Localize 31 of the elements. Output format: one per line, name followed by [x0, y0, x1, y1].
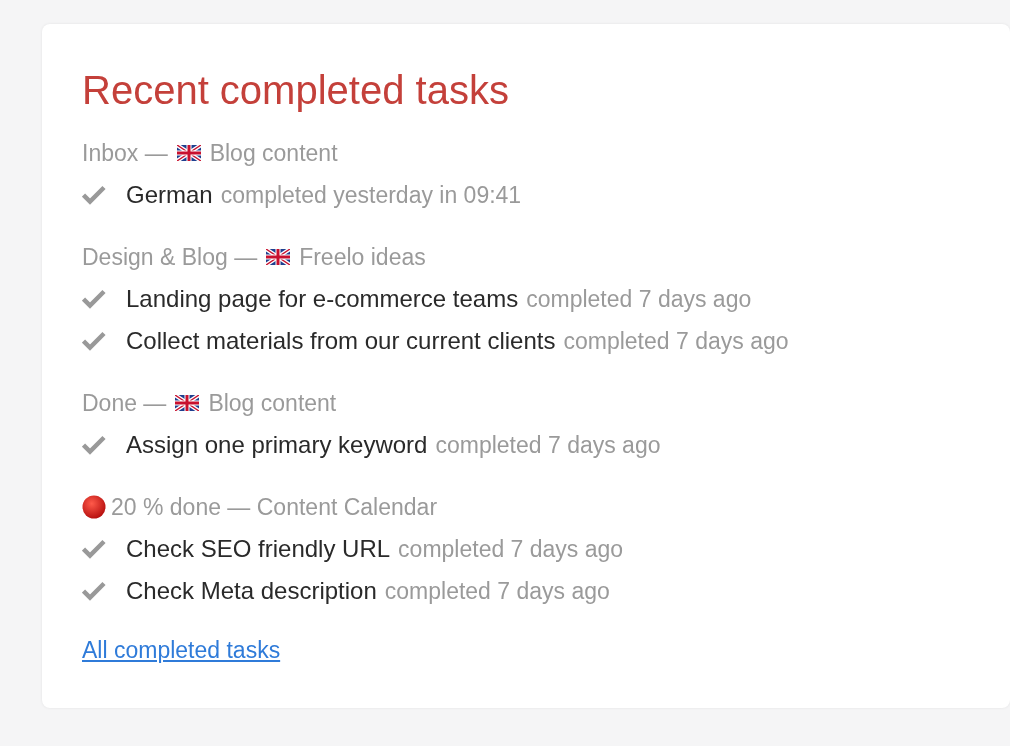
task-time: completed 7 days ago: [435, 431, 661, 460]
status-dot-icon: [82, 495, 106, 519]
task-time: completed 7 days ago: [526, 285, 752, 314]
flag-icon: [176, 145, 201, 161]
group-label: Blog content: [209, 139, 338, 168]
task-name: Landing page for e-commerce teams: [126, 284, 519, 314]
check-icon: [82, 538, 108, 560]
check-icon: [82, 434, 108, 456]
task-time: completed 7 days ago: [398, 535, 624, 564]
task-name: Assign one primary keyword: [126, 430, 428, 460]
check-icon: [82, 330, 108, 352]
check-icon: [82, 288, 108, 310]
group-label: Inbox —: [82, 139, 168, 168]
card-title: Recent completed tasks: [82, 67, 510, 114]
all-tasks-link[interactable]: All completed tasks: [82, 632, 281, 668]
task-time: completed 7 days ago: [563, 327, 789, 356]
group-label: 20 % done — Content Calendar: [111, 493, 438, 522]
flag-icon: [175, 395, 200, 411]
check-icon: [82, 184, 108, 206]
task-name: Check Meta description: [126, 576, 377, 606]
group-label: Blog content: [208, 389, 337, 418]
group-label: Done —: [82, 389, 167, 418]
task-time: completed 7 days ago: [384, 577, 610, 606]
group-label: Freelo ideas: [299, 243, 426, 272]
task-name: Collect materials from our current clients: [126, 326, 556, 356]
group-label: Design & Blog —: [82, 243, 258, 272]
task-name: Check SEO friendly URL: [126, 534, 391, 564]
flag-icon: [266, 249, 291, 265]
task-time: completed yesterday in 09:41: [220, 181, 522, 210]
task-name: German: [126, 180, 213, 210]
check-icon: [82, 580, 108, 602]
